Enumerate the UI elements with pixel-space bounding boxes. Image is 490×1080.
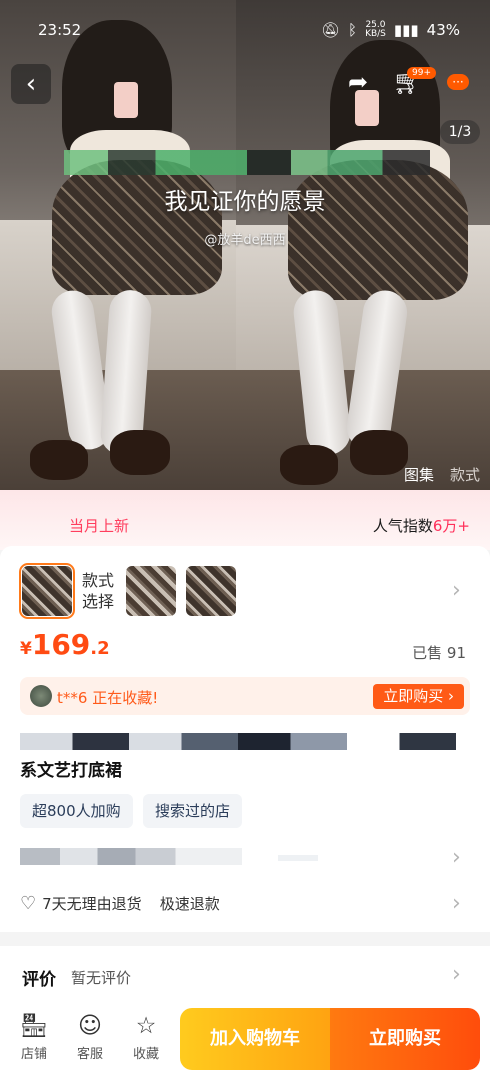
gallery-tabs: 图集 款式 (404, 464, 480, 485)
reviews-row[interactable]: 评价 暂无评价 › (0, 946, 490, 1006)
chevron-right-icon[interactable]: › (452, 578, 461, 603)
mute-icon: 🔕︎ (321, 21, 341, 39)
back-button[interactable]: ‹ (11, 64, 51, 104)
favorite-button[interactable]: ☆ 收藏 (124, 1012, 168, 1062)
collecting-text: t**6 正在收藏! (57, 689, 159, 707)
chevron-right-icon[interactable]: › (452, 962, 461, 987)
product-title: 系文艺打底裙 (20, 761, 122, 781)
tag-searched-store[interactable]: 搜索过的店 (143, 794, 243, 828)
reviews-label: 评价 (22, 970, 56, 990)
status-icons: 🔕︎ ᛒ 25.0 KB/S ▮▮▮ 43% (321, 20, 460, 40)
avatar (30, 685, 52, 707)
cart-badge: 99+ (407, 67, 436, 79)
chevron-right-icon[interactable]: › (452, 845, 461, 870)
reviews-empty: 暂无评价 (71, 969, 132, 987)
chevron-right-icon[interactable]: › (452, 891, 461, 916)
signal-icon: ▮▮▮ (393, 21, 419, 39)
share-icon: ➦ (347, 68, 369, 96)
style-thumb-selected[interactable] (19, 563, 75, 619)
status-bar: 23:52 🔕︎ ᛒ 25.0 KB/S ▮▮▮ 43% (0, 0, 490, 60)
bluetooth-icon: ᛒ (348, 21, 358, 39)
tab-gallery[interactable]: 图集 (404, 464, 434, 485)
buy-now-button[interactable]: 立即购买 (330, 1008, 480, 1070)
shoe (30, 440, 88, 480)
shoe (280, 445, 338, 485)
image-caption: 我见证你的愿景 (164, 189, 326, 215)
product-gallery[interactable]: 23:52 🔕︎ ᛒ 25.0 KB/S ▮▮▮ 43% ‹ ➦ 🛒︎ 99+ ·… (0, 0, 490, 490)
service-button[interactable]: ☺ 客服 (68, 1012, 112, 1062)
net-speed: 25.0 KB/S (365, 20, 386, 39)
popularity: 人气指数6万+ (372, 517, 470, 535)
chevron-left-icon: ‹ (25, 69, 37, 99)
phone-left (114, 82, 138, 118)
collecting-notice: t**6 正在收藏! 立即购买 › (20, 677, 470, 715)
battery-level: 43% (426, 21, 460, 39)
style-thumb[interactable] (186, 566, 236, 616)
sold-count: 已售 91 (412, 644, 466, 662)
service-row[interactable]: ♡ 7天无理由退货 极速退款 (20, 893, 220, 914)
share-button[interactable]: ➦ (340, 64, 376, 100)
shop-button[interactable]: 🏪︎ 店铺 (12, 1012, 56, 1062)
blurred-title-line (20, 733, 456, 750)
blurred-info-line (278, 855, 318, 861)
store-icon: 🏪︎ (19, 1013, 49, 1039)
dress-left (52, 160, 222, 295)
buy-now-small-button[interactable]: 立即购买 › (373, 684, 464, 709)
shoe (110, 430, 170, 475)
star-icon: ☆ (135, 1013, 157, 1039)
more-button[interactable]: ··· (440, 64, 476, 100)
style-thumb[interactable] (126, 566, 176, 616)
status-time: 23:52 (38, 21, 82, 39)
tag-add-cart-count[interactable]: 超800人加购 (20, 794, 133, 828)
tab-styles[interactable]: 款式 (450, 464, 480, 485)
bottom-action-bar: 🏪︎ 店铺 ☺ 客服 ☆ 收藏 加入购物车 立即购买 (0, 1004, 490, 1080)
add-to-cart-button[interactable]: 加入购物车 (180, 1008, 330, 1070)
heart-icon: ♡ (20, 893, 37, 914)
image-counter: 1/3 (440, 120, 480, 144)
new-sublabel: 当月上新 (69, 517, 130, 535)
chat-icon: ☺ (78, 1013, 102, 1039)
price: ¥169.2 (20, 628, 110, 661)
blurred-info-line (20, 848, 242, 865)
style-select-label[interactable]: 款式 选择 (82, 570, 114, 612)
image-handle: @放羊de西西 (204, 233, 286, 248)
shoe (350, 430, 408, 475)
more-icon: ··· (447, 74, 469, 90)
blurred-overlay (64, 150, 430, 175)
